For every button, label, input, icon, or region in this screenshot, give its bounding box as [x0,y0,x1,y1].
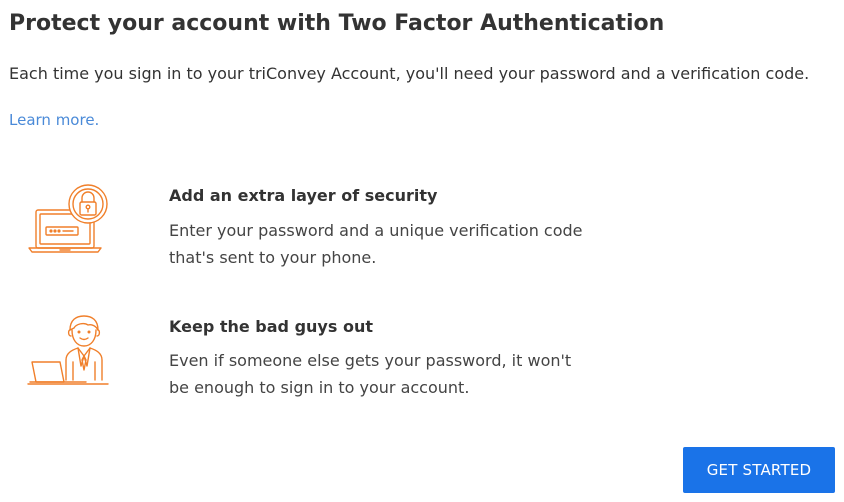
feature-description-security: Enter your password and a unique verific… [169,217,583,271]
businessman-laptop-icon [26,310,112,396]
feature-description-line: Even if someone else gets your password,… [169,351,572,370]
learn-more-link[interactable]: Learn more. [9,111,99,129]
feature-description-bad-guys: Even if someone else gets your password,… [169,347,571,401]
page-title: Protect your account with Two Factor Aut… [9,11,665,36]
laptop-lock-icon [26,180,112,266]
feature-heading-security: Add an extra layer of security [169,186,438,205]
intro-text: Each time you sign in to your triConvey … [9,64,810,83]
feature-description-line: be enough to sign in to your account. [169,378,470,397]
feature-heading-bad-guys: Keep the bad guys out [169,317,373,336]
get-started-button[interactable]: GET STARTED [683,447,835,493]
feature-description-line: Enter your password and a unique verific… [169,221,583,240]
feature-description-line: that's sent to your phone. [169,248,377,267]
